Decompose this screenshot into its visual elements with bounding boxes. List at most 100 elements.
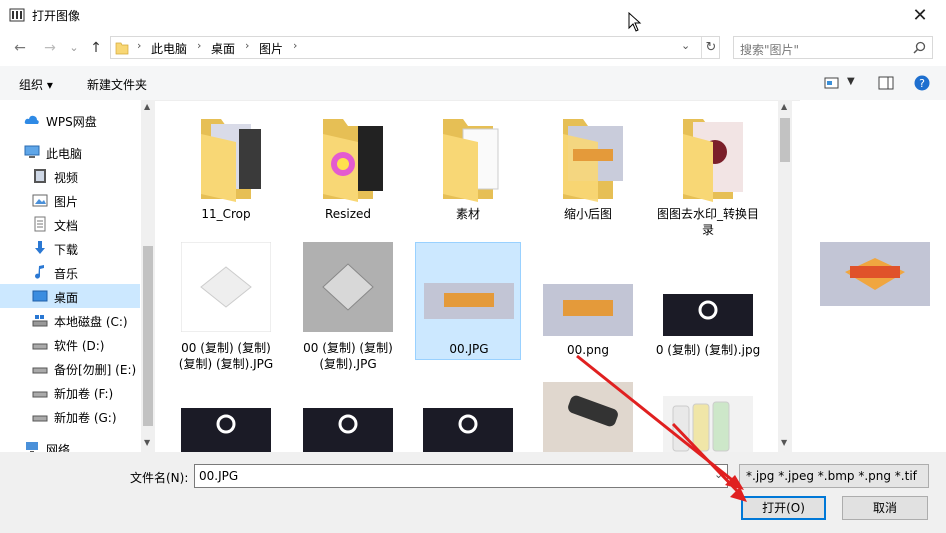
- open-button[interactable]: 打开(O): [741, 496, 826, 520]
- file-item-folder[interactable]: 图图去水印_转换目录: [655, 114, 761, 244]
- file-list: 11_Crop Resized 素材 缩小后图 图图去水印_转换目录 00 (复…: [157, 100, 777, 452]
- file-item-label: 素材: [455, 207, 480, 221]
- file-list-scroll-thumb[interactable]: [780, 118, 790, 162]
- file-item-image[interactable]: [173, 402, 279, 452]
- breadcrumb-this-pc[interactable]: 此电脑: [151, 40, 187, 57]
- mouse-cursor-icon: [628, 12, 642, 32]
- sidebar-item-label: 音乐: [54, 267, 79, 281]
- forward-button[interactable]: →: [40, 38, 60, 58]
- preview-image: [820, 242, 930, 306]
- sidebar-item-documents[interactable]: 文档: [0, 212, 140, 236]
- sidebar-item-drive-g[interactable]: 新加卷 (G:): [0, 404, 140, 428]
- organize-menu[interactable]: 组织 ▾: [19, 76, 53, 93]
- preview-pane-icon[interactable]: [878, 76, 894, 90]
- sidebar-item-pictures[interactable]: 图片: [0, 188, 140, 212]
- image-thumbnail: [543, 284, 633, 336]
- sidebar-item-drive-c[interactable]: 本地磁盘 (C:): [0, 308, 140, 332]
- file-item-image[interactable]: 00.png: [535, 242, 641, 360]
- file-item-image[interactable]: 00 (复制) (复制) (复制).JPG: [295, 242, 401, 374]
- scroll-down-icon[interactable]: ▼: [781, 438, 787, 447]
- drive-icon: [32, 391, 48, 398]
- file-item-folder[interactable]: 素材: [415, 114, 521, 224]
- address-bar[interactable]: › 此电脑 › 桌面 › 图片 › ⌄ ↻: [110, 36, 720, 59]
- document-icon: [34, 216, 46, 232]
- scroll-up-icon[interactable]: ▲: [781, 102, 787, 111]
- file-item-image-selected[interactable]: 00.JPG: [415, 242, 521, 360]
- image-thumbnail: [303, 242, 393, 332]
- file-item-folder[interactable]: 11_Crop: [173, 114, 279, 224]
- file-list-scrollbar[interactable]: ▲ ▼: [778, 100, 792, 452]
- search-icon[interactable]: [913, 41, 926, 54]
- up-button[interactable]: ↑: [86, 38, 106, 58]
- search-box[interactable]: 搜索"图片": [733, 36, 933, 59]
- file-item-image[interactable]: [535, 382, 641, 452]
- navigation-pane: WPS网盘 此电脑 视频 图片 文档 下载 音乐 桌面 本地磁盘 (C:) 软件…: [0, 100, 155, 457]
- file-item-image[interactable]: [415, 402, 521, 452]
- file-item-image[interactable]: [295, 402, 401, 452]
- sidebar-item-drive-d[interactable]: 软件 (D:): [0, 332, 140, 356]
- scroll-up-icon[interactable]: ▲: [144, 102, 150, 111]
- sidebar-item-label: 下载: [54, 243, 79, 257]
- chevron-right-icon: ›: [293, 39, 298, 52]
- image-thumbnail: [303, 408, 393, 452]
- address-dropdown-icon[interactable]: ⌄: [681, 39, 690, 52]
- close-button[interactable]: ✕: [905, 2, 935, 30]
- sidebar-item-drive-e[interactable]: 备份[勿删] (E:): [0, 356, 140, 380]
- new-folder-button[interactable]: 新建文件夹: [87, 76, 147, 93]
- search-input[interactable]: 搜索"图片": [740, 41, 799, 58]
- cloud-icon: [24, 115, 39, 124]
- sidebar-item-label: 桌面: [54, 291, 79, 305]
- image-thumbnail: [181, 408, 271, 452]
- sidebar-item-desktop[interactable]: 桌面: [0, 284, 140, 308]
- folder-icon: [443, 119, 499, 202]
- refresh-button[interactable]: ↻: [701, 37, 720, 58]
- sidebar-item-label: 新加卷 (F:): [54, 387, 114, 401]
- file-item-folder[interactable]: 缩小后图: [535, 114, 641, 224]
- sidebar-item-drive-f[interactable]: 新加卷 (F:): [0, 380, 140, 404]
- sidebar-item-label: 图片: [54, 195, 79, 209]
- image-thumbnail: [663, 294, 753, 336]
- image-thumbnail: [424, 283, 514, 319]
- file-item-label: 0 (复制) (复制).jpg: [655, 343, 761, 357]
- recent-locations-button[interactable]: ⌄: [64, 38, 84, 58]
- file-item-image[interactable]: 0 (复制) (复制).jpg: [655, 242, 761, 374]
- sidebar-item-videos[interactable]: 视频: [0, 164, 140, 188]
- title-bar: [0, 0, 946, 32]
- drive-icon: [32, 315, 48, 327]
- breadcrumb-pictures[interactable]: 图片: [259, 40, 283, 57]
- sidebar-item-this-pc[interactable]: 此电脑: [0, 140, 140, 164]
- sidebar-item-label: 此电脑: [46, 147, 83, 161]
- image-thumbnail: [663, 396, 753, 452]
- sidebar-scrollbar[interactable]: ▲ ▼: [141, 100, 155, 452]
- sidebar-item-label: 本地磁盘 (C:): [54, 315, 128, 329]
- filename-dropdown-icon[interactable]: ⌄: [714, 468, 723, 481]
- view-options-icon[interactable]: [824, 76, 840, 90]
- folder-icon: [323, 119, 383, 202]
- drive-icon: [32, 343, 48, 350]
- sidebar-item-label: 新加卷 (G:): [54, 411, 117, 425]
- file-item-folder[interactable]: Resized: [295, 114, 401, 224]
- chevron-right-icon: ›: [245, 39, 250, 52]
- back-button[interactable]: ←: [10, 38, 30, 58]
- app-icon: [9, 8, 25, 22]
- file-item-label: 00 (复制) (复制) (复制) (复制).JPG: [178, 341, 274, 371]
- chevron-right-icon: ›: [197, 39, 202, 52]
- scroll-down-icon[interactable]: ▼: [144, 438, 150, 447]
- file-item-label: 缩小后图: [563, 207, 612, 221]
- file-item-image[interactable]: [655, 396, 761, 452]
- view-dropdown-icon[interactable]: ▼: [847, 76, 855, 87]
- sidebar-item-wps-cloud[interactable]: WPS网盘: [0, 108, 140, 132]
- image-thumbnail: [423, 408, 513, 452]
- sidebar-item-music[interactable]: 音乐: [0, 260, 140, 284]
- breadcrumb-desktop[interactable]: 桌面: [211, 40, 235, 57]
- filename-input[interactable]: 00.JPG: [194, 464, 728, 488]
- cancel-button[interactable]: 取消: [842, 496, 928, 520]
- file-item-image[interactable]: 00 (复制) (复制) (复制) (复制).JPG: [173, 242, 279, 374]
- pictures-icon: [32, 194, 48, 207]
- music-icon: [35, 265, 44, 279]
- file-type-filter[interactable]: *.jpg *.jpeg *.bmp *.png *.tif: [739, 464, 929, 488]
- filename-label: 文件名(N):: [130, 471, 189, 485]
- help-icon[interactable]: ?: [914, 75, 930, 91]
- sidebar-item-downloads[interactable]: 下载: [0, 236, 140, 260]
- sidebar-scroll-thumb[interactable]: [143, 246, 153, 426]
